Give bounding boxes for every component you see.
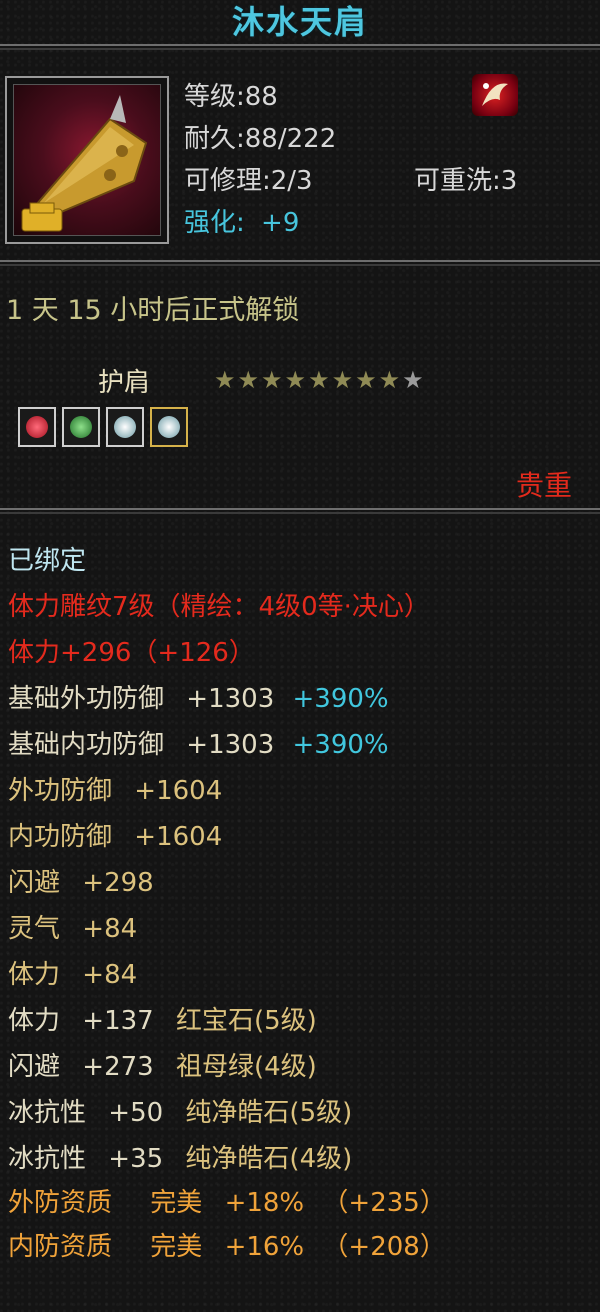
star-icon: ★ xyxy=(308,366,330,394)
stat-label: 灵气 xyxy=(8,914,61,944)
gem-socket[interactable] xyxy=(150,407,188,447)
stat-value: +84 xyxy=(82,960,138,990)
stat-label: 体力 xyxy=(8,960,61,990)
quality-label: 外防资质 xyxy=(8,1188,113,1218)
stat-label: 外功防御 xyxy=(8,776,113,806)
stat-gem-2: 闪避 +273 祖母绿(4级) xyxy=(8,1046,317,1083)
item-repairable: 可修理:2/3 xyxy=(184,166,313,196)
stat-label: 闪避 xyxy=(8,868,61,898)
slot-type: 护肩 xyxy=(98,368,151,398)
stat-inner-def: 内功防御 +1604 xyxy=(8,816,222,853)
white-gem-icon xyxy=(114,416,136,438)
stat-base-inner-def: 基础内功防御 +1303 +390% xyxy=(8,724,389,761)
quality-value: +18% xyxy=(224,1188,305,1218)
stat-label: 闪避 xyxy=(8,1052,61,1082)
stamina-carve-line: 体力+296（+126） xyxy=(8,638,255,668)
quality-outer: 外防资质 完美 +18% （+235） xyxy=(8,1182,446,1219)
stat-label: 基础内功防御 xyxy=(8,730,165,760)
stat-value: +35 xyxy=(108,1144,164,1174)
enhance-value: +9 xyxy=(261,208,300,238)
star-icon: ★ xyxy=(214,366,236,394)
stat-label: 体力 xyxy=(8,1006,61,1036)
gem-socket[interactable] xyxy=(18,407,56,447)
stat-value: +50 xyxy=(108,1098,164,1128)
star-icon: ★ xyxy=(284,366,307,394)
stat-value: +84 xyxy=(82,914,138,944)
special-badge-icon xyxy=(472,74,518,116)
unlock-countdown: 1 天 15 小时后正式解锁 xyxy=(6,295,300,326)
stat-value: +273 xyxy=(82,1052,154,1082)
stat-value: +1303 xyxy=(186,730,275,760)
divider xyxy=(0,44,600,50)
green-gem-icon xyxy=(70,416,92,438)
enhance-label: 强化: xyxy=(184,208,245,238)
star-icon: ★ xyxy=(261,366,283,394)
stat-base-outer-def: 基础外功防御 +1303 +390% xyxy=(8,678,389,715)
stat-pct: +390% xyxy=(292,730,389,760)
gem-name: 祖母绿(4级) xyxy=(175,1052,317,1082)
stat-outer-def: 外功防御 +1604 xyxy=(8,770,222,807)
stat-label: 冰抗性 xyxy=(8,1098,87,1128)
gem-socket[interactable] xyxy=(106,407,144,447)
stat-gem-4: 冰抗性 +35 纯净皓石(4级) xyxy=(8,1138,352,1175)
precious-tag: 贵重 xyxy=(515,469,572,502)
stat-label: 基础外功防御 xyxy=(8,684,165,714)
stat-value: +137 xyxy=(82,1006,154,1036)
item-icon-frame[interactable] xyxy=(5,76,169,244)
item-rewash: 可重洗:3 xyxy=(414,166,518,196)
stat-spirit: 灵气 +84 xyxy=(8,908,137,945)
divider xyxy=(0,508,600,514)
stat-dodge: 闪避 +298 xyxy=(8,862,154,899)
stat-value: +1604 xyxy=(134,822,223,852)
star-rating: ★ ★ ★ ★ ★ ★ ★ ★ ★ xyxy=(214,366,424,394)
stat-gem-1: 体力 +137 红宝石(5级) xyxy=(8,1000,317,1037)
red-gem-icon xyxy=(26,416,48,438)
gem-socket[interactable] xyxy=(62,407,100,447)
item-level: 等级:88 xyxy=(184,82,278,112)
quality-value: +16% xyxy=(224,1232,305,1262)
star-icon: ★ xyxy=(237,366,260,394)
bound-status: 已绑定 xyxy=(8,546,87,576)
gem-name: 纯净皓石(4级) xyxy=(185,1144,353,1174)
gem-sockets xyxy=(18,407,188,447)
quality-grade: 完美 xyxy=(150,1188,203,1218)
star-icon: ★ xyxy=(331,366,354,394)
quality-inner: 内防资质 完美 +16% （+208） xyxy=(8,1226,446,1263)
item-name: 沐水天肩 xyxy=(231,3,368,41)
divider xyxy=(0,260,600,266)
stat-pct: +390% xyxy=(292,684,389,714)
stat-value: +298 xyxy=(82,868,154,898)
quality-extra: （+235） xyxy=(322,1188,446,1218)
star-empty-icon: ★ xyxy=(402,366,424,394)
quality-extra: （+208） xyxy=(322,1232,446,1262)
gem-name: 红宝石(5级) xyxy=(175,1006,317,1036)
item-enhance: 强化: +9 xyxy=(184,202,299,239)
star-icon: ★ xyxy=(355,366,377,394)
shoulder-armor-icon xyxy=(13,84,161,236)
white-gem-icon xyxy=(158,416,180,438)
stat-label: 内功防御 xyxy=(8,822,113,852)
gem-name: 纯净皓石(5级) xyxy=(185,1098,353,1128)
quality-label: 内防资质 xyxy=(8,1232,113,1262)
stat-label: 冰抗性 xyxy=(8,1144,87,1174)
quality-grade: 完美 xyxy=(150,1232,203,1262)
star-icon: ★ xyxy=(378,366,401,394)
stat-stamina: 体力 +84 xyxy=(8,954,137,991)
item-durability: 耐久:88/222 xyxy=(184,124,337,154)
stat-value: +1604 xyxy=(134,776,223,806)
stat-value: +1303 xyxy=(186,684,275,714)
carving-line: 体力雕纹7级（精绘：4级0等·决心） xyxy=(8,592,430,622)
stat-gem-3: 冰抗性 +50 纯净皓石(5级) xyxy=(8,1092,352,1129)
